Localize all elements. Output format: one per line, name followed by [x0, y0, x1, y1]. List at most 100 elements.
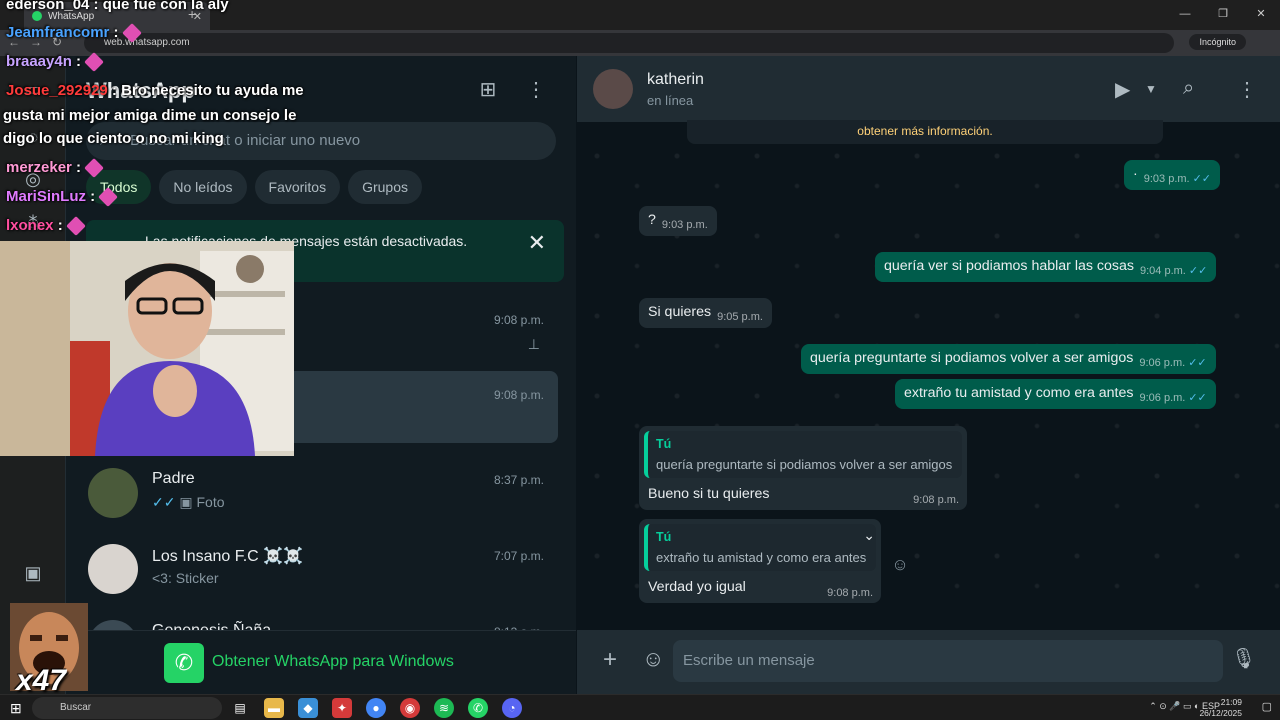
stream-chat-text: digo lo que ciento o no mi king: [3, 130, 224, 147]
attach-icon[interactable]: +: [603, 646, 617, 674]
taskbar-search-label: Buscar: [60, 702, 92, 713]
app-icon[interactable]: ◉: [400, 698, 420, 718]
clock-date: 26/12/2025: [1199, 708, 1242, 718]
app-icon[interactable]: ✦: [332, 698, 352, 718]
message-time: 9:04 p.m.: [1140, 265, 1186, 277]
chat-preview: ✓✓ ▣ Foto: [152, 494, 225, 511]
photo-icon: ▣: [179, 494, 193, 510]
taskbar-search[interactable]: Buscar: [32, 697, 222, 719]
stream-chat-user: MariSinLuz: [6, 188, 87, 205]
get-windows-app-link[interactable]: Obtener WhatsApp para Windows: [212, 653, 454, 671]
read-ticks-icon: ✓✓: [1188, 265, 1208, 277]
gem-emote-icon: [65, 216, 86, 236]
quoted-message[interactable]: Tú quería preguntarte si podiamos volver…: [644, 431, 962, 478]
quote-author: Tú: [656, 530, 672, 544]
message-time: 9:05 p.m.: [717, 311, 763, 323]
webcam-overlay: [0, 241, 294, 456]
search-icon[interactable]: ⌕: [1183, 77, 1194, 100]
taskbar-clock[interactable]: 21:09 26/12/2025: [1199, 697, 1242, 719]
whatsapp-logo-icon: ✆: [164, 643, 204, 683]
emoji-icon[interactable]: ☺: [642, 646, 664, 672]
app-icon[interactable]: ◆: [298, 698, 318, 718]
message-time: 9:08 p.m.: [827, 587, 873, 599]
contact-avatar[interactable]: [593, 69, 633, 109]
stream-chat-line: lxonex :: [6, 216, 86, 236]
chat-name: Padre: [152, 470, 195, 487]
new-chat-icon[interactable]: ⊞: [476, 78, 500, 102]
get-windows-app-banner[interactable]: ✆ Obtener WhatsApp para Windows: [66, 630, 576, 694]
message-composer: + ☺ Escribe un mensaje 🎙: [577, 630, 1280, 694]
avatar: [88, 468, 138, 518]
conversation-header[interactable]: katherin en línea ▶ ▼ ⌕ ⋮: [577, 56, 1280, 122]
stream-chat-text: :: [53, 217, 63, 234]
contact-status: en línea: [647, 93, 694, 108]
clock-time: 21:09: [1220, 697, 1242, 707]
message-incoming-reply[interactable]: Tú quería preguntarte si podiamos volver…: [639, 426, 967, 510]
windows-start-icon[interactable]: ⊞: [10, 700, 22, 717]
restore-icon[interactable]: ❐: [1204, 0, 1242, 28]
message-incoming-reply[interactable]: Tú extraño tu amistad y como era antes ⌄…: [639, 519, 881, 603]
gem-emote-icon: [84, 52, 104, 72]
discord-icon[interactable]: ◔: [502, 698, 522, 718]
message-text: quería preguntarte si podiamos volver a …: [810, 350, 1134, 366]
stream-chat-text: :: [86, 188, 96, 205]
close-window-icon[interactable]: ✕: [1242, 0, 1280, 28]
address-bar[interactable]: web.whatsapp.com: [84, 33, 1174, 53]
webcam-feed-image: [0, 241, 294, 456]
minimize-icon[interactable]: —: [1166, 0, 1204, 28]
read-ticks-icon: ✓✓: [152, 494, 176, 510]
stream-chat-text: :: [71, 159, 82, 176]
chat-time: 9:08 p.m.: [493, 313, 544, 327]
message-input[interactable]: Escribe un mensaje: [673, 640, 1223, 682]
filter-unread[interactable]: No leídos: [159, 170, 247, 204]
conversation-panel: katherin en línea ▶ ▼ ⌕ ⋮ obtener más in…: [577, 56, 1280, 694]
filter-groups[interactable]: Grupos: [348, 170, 423, 204]
quoted-message[interactable]: Tú extraño tu amistad y como era antes: [644, 524, 876, 571]
chat-list-item[interactable]: Los Insano F.C ☠️☠️ <3: Sticker 7:07 p.m…: [66, 532, 566, 604]
stream-chat-line: ederson_04 : que fue con la aly: [6, 0, 229, 13]
media-icon[interactable]: ▣: [22, 562, 44, 584]
stream-chat-line: braaay4n :: [6, 52, 104, 72]
chat-name: Los Insano F.C ☠️☠️: [152, 548, 304, 565]
file-explorer-icon[interactable]: ▬: [264, 698, 284, 718]
incognito-badge[interactable]: Incógnito: [1189, 34, 1246, 50]
chevron-down-icon[interactable]: ▼: [1145, 82, 1157, 96]
message-time: 9:03 p.m.: [661, 219, 708, 231]
message-outgoing[interactable]: quería preguntarte si podiamos volver a …: [801, 344, 1216, 374]
notification-center-icon[interactable]: ▢: [1262, 700, 1272, 713]
message-incoming[interactable]: Si quieres 9:05 p.m.: [639, 298, 772, 328]
whatsapp-icon[interactable]: ✆: [468, 698, 488, 718]
chat-time: 8:37 p.m.: [493, 473, 544, 487]
stream-chat-user: Josue_292929: [6, 82, 108, 99]
message-time: 9:06 p.m.: [1139, 357, 1186, 369]
message-incoming[interactable]: ? 9:03 p.m.: [639, 206, 717, 236]
message-outgoing[interactable]: · 9:03 p.m. ✓✓: [1124, 160, 1221, 190]
filter-favorites[interactable]: Favoritos: [254, 170, 341, 204]
menu-icon[interactable]: ⋮: [524, 78, 548, 102]
chat-time: 9:08 p.m.: [493, 388, 544, 402]
stream-chat-user: ederson_04: [6, 0, 90, 13]
meme-multiplier-label: x47: [16, 664, 67, 697]
chat-list-item[interactable]: Padre ✓✓ ▣ Foto 8:37 p.m.: [66, 456, 566, 528]
chat-time: 7:07 p.m.: [493, 549, 544, 563]
pin-icon: ⊥: [527, 336, 540, 352]
spotify-icon[interactable]: ≋: [434, 698, 454, 718]
task-view-icon[interactable]: ▤: [230, 698, 250, 718]
message-text: Bueno si tu quieres: [648, 486, 770, 502]
chrome-icon[interactable]: ●: [366, 698, 386, 718]
stream-chat-user: lxonex: [6, 217, 54, 234]
stream-chat-text: gusta mi mejor amiga dime un consejo le: [3, 107, 297, 124]
close-banner-icon[interactable]: ✕: [528, 230, 546, 256]
emoji-reaction-icon[interactable]: ☺: [889, 554, 911, 576]
menu-icon[interactable]: ⋮: [1237, 77, 1257, 102]
message-outgoing[interactable]: extraño tu amistad y como era antes 9:06 …: [895, 379, 1216, 409]
message-body: Bueno si tu quieres 9:08 p.m.: [644, 486, 962, 506]
stream-chat-line: Jeamfrancomr :: [6, 23, 142, 43]
chat-preview-text: Foto: [196, 494, 225, 510]
message-outgoing[interactable]: quería ver si podiamos hablar las cosas 9…: [875, 252, 1217, 282]
stream-chat-line: digo lo que ciento o no mi king: [3, 130, 224, 147]
chevron-down-icon[interactable]: ⌄: [863, 527, 875, 544]
video-call-icon[interactable]: ▶: [1115, 77, 1130, 102]
microphone-icon[interactable]: 🎙: [1231, 646, 1256, 671]
gem-emote-icon: [121, 23, 142, 43]
